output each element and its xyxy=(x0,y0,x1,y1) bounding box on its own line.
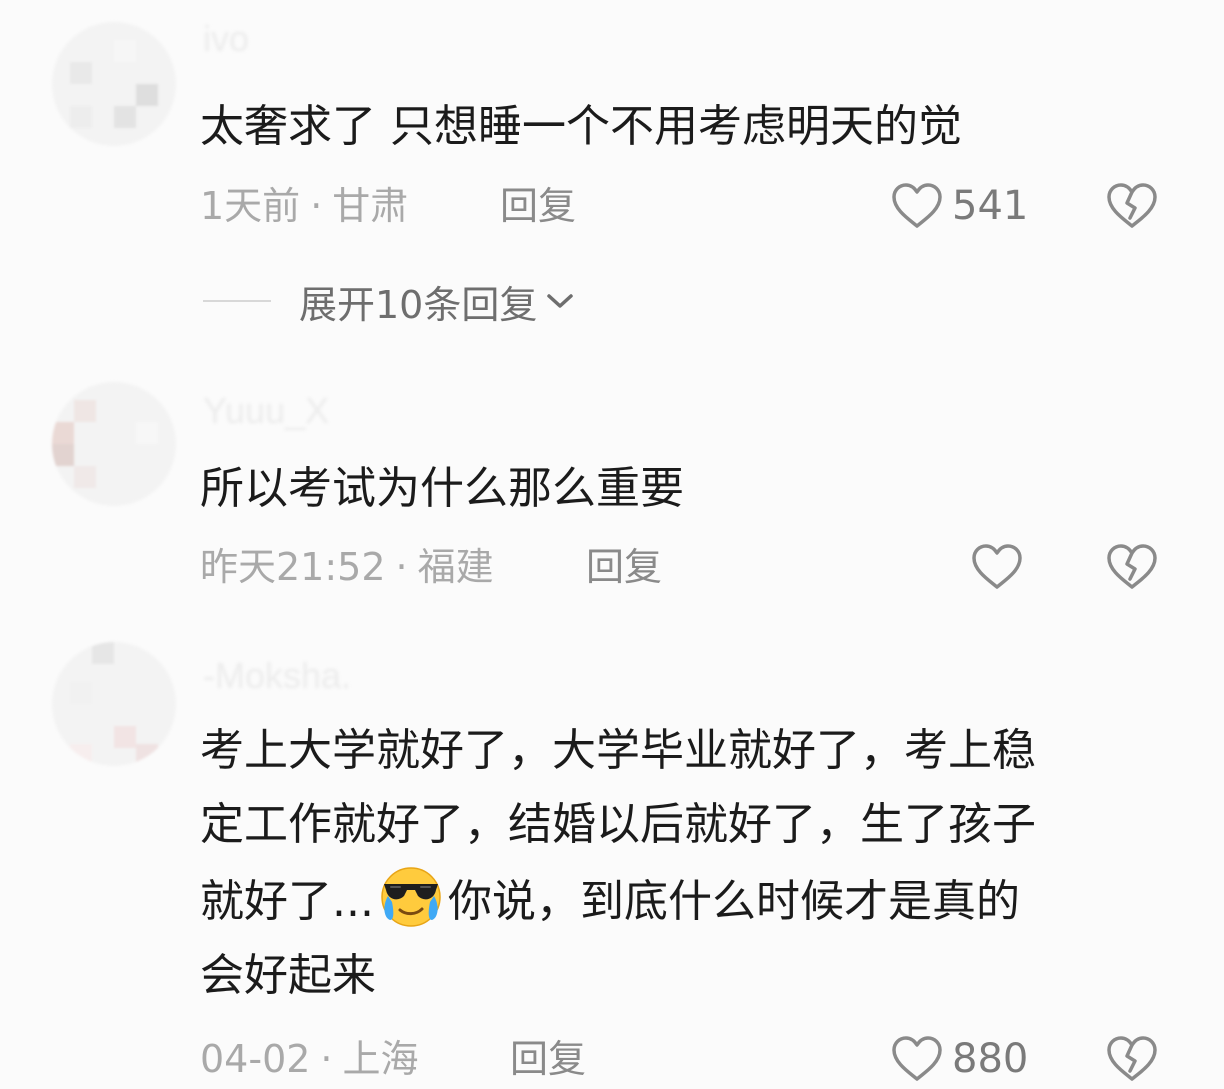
username[interactable]: -Moksha. xyxy=(203,655,351,697)
meta-separator: · xyxy=(310,184,323,228)
comment-location: 甘肃 xyxy=(332,184,409,228)
avatar[interactable] xyxy=(52,642,176,766)
comment-text-line: 太奢求了 只想睡一个不用考虑明天的觉 xyxy=(200,101,962,152)
broken-heart-icon xyxy=(1107,1036,1157,1081)
expand-replies-label: 展开10条回复 xyxy=(299,282,538,327)
heart-icon xyxy=(892,183,942,228)
comment-location: 福建 xyxy=(417,545,494,589)
avatar[interactable] xyxy=(52,382,176,506)
meta-separator: · xyxy=(320,1037,333,1081)
username[interactable]: ivo xyxy=(203,18,249,60)
like-button[interactable]: 880 xyxy=(890,1034,1028,1084)
comment-text-line: 会好起来 xyxy=(200,950,376,1001)
like-button[interactable] xyxy=(970,542,1032,592)
comment-time: 昨天21:52 xyxy=(200,545,386,589)
comment-text-line: 考上大学就好了，大学毕业就好了，考上稳 xyxy=(200,725,1036,776)
dislike-button[interactable] xyxy=(1104,1034,1160,1084)
heart-icon xyxy=(972,544,1022,589)
heart-icon xyxy=(892,1036,942,1081)
comment-meta: 04-02 · 上海 xyxy=(200,1034,419,1084)
comment-meta: 1天前 · 甘肃 xyxy=(200,181,408,231)
comment-text: 所以考试为什么那么重要 xyxy=(200,452,684,526)
like-count: 880 xyxy=(952,1036,1029,1082)
comment-time: 1天前 xyxy=(200,184,301,228)
meta-separator: · xyxy=(395,545,408,589)
comment-text-line: 就好了... 你说，到底什么时候才是真的 xyxy=(200,862,1036,939)
dislike-button[interactable] xyxy=(1104,181,1160,231)
comment-text: 考上大学就好了，大学毕业就好了，考上稳 定工作就好了，结婚以后就好了，生了孩子 … xyxy=(200,714,1036,1013)
comment-time: 04-02 xyxy=(200,1037,311,1081)
divider xyxy=(203,300,271,302)
reply-button[interactable]: 回复 xyxy=(586,542,662,592)
comment-text-line: 所以考试为什么那么重要 xyxy=(200,463,684,514)
comment-location: 上海 xyxy=(342,1037,419,1081)
expand-replies-button[interactable]: 展开10条回复 xyxy=(203,276,575,327)
broken-heart-icon xyxy=(1107,544,1157,589)
dislike-button[interactable] xyxy=(1104,542,1160,592)
broken-heart-icon xyxy=(1107,183,1157,228)
avatar[interactable] xyxy=(52,22,176,146)
crying-sunglasses-emoji-icon xyxy=(381,867,441,927)
reply-button[interactable]: 回复 xyxy=(500,181,576,231)
username[interactable]: Yuuu_X xyxy=(203,390,329,432)
comment-text-segment: 你说，到底什么时候才是真的 xyxy=(447,876,1020,927)
comment-text-line: 定工作就好了，结婚以后就好了，生了孩子 xyxy=(200,799,1036,850)
like-button[interactable]: 541 xyxy=(890,181,1028,231)
comment-text-segment: 就好了... xyxy=(200,876,374,927)
chevron-down-icon xyxy=(547,294,574,308)
comment-text: 太奢求了 只想睡一个不用考虑明天的觉 xyxy=(200,90,962,164)
comment-meta: 昨天21:52 · 福建 xyxy=(200,542,494,592)
reply-button[interactable]: 回复 xyxy=(510,1034,586,1084)
like-count: 541 xyxy=(952,183,1029,229)
